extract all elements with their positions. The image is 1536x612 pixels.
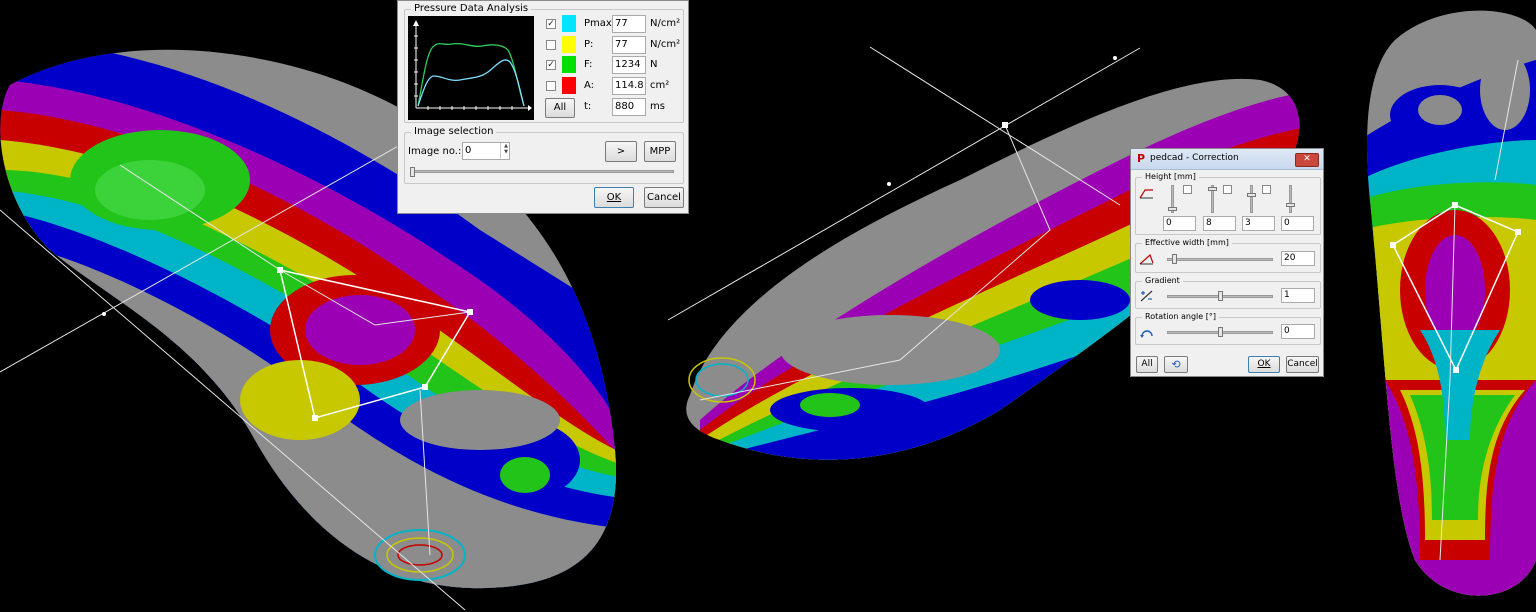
pressure-all-button[interactable]: All	[545, 98, 575, 118]
correction-titlebar[interactable]: P pedcad - Correction ✕	[1131, 149, 1323, 170]
height-input-2[interactable]: 8	[1203, 216, 1236, 231]
row-checkbox[interactable]	[546, 40, 556, 50]
row-checkbox[interactable]	[546, 81, 556, 91]
row-label: Pmax:	[584, 18, 616, 29]
row-color-swatch	[562, 77, 576, 94]
row-unit: N	[650, 59, 658, 70]
effective-width-title: Effective width [mm]	[1142, 237, 1232, 249]
correction-ok-button[interactable]: OK	[1248, 356, 1280, 373]
row-value-input[interactable]: 880	[612, 98, 646, 116]
rotation-angle-input[interactable]: 0	[1281, 324, 1315, 339]
row-value-input[interactable]: 77	[612, 36, 646, 54]
pedcad-app-icon: P	[1137, 152, 1146, 165]
row-value-input[interactable]: 77	[612, 15, 646, 33]
height-slider-thumb-2[interactable]	[1208, 187, 1217, 191]
height-slider-thumb-3[interactable]	[1247, 193, 1256, 197]
image-selection-group: Image selection	[404, 126, 684, 184]
correction-dialog-title: pedcad - Correction	[1150, 153, 1239, 163]
image-selection-title: Image selection	[411, 126, 497, 138]
rotation-angle-slider-thumb[interactable]	[1218, 327, 1223, 337]
image-no-label: Image no.:	[408, 146, 462, 157]
pressure-data-title: Pressure Data Analysis	[411, 3, 532, 15]
effective-width-input[interactable]: 20	[1281, 251, 1315, 266]
row-color-swatch	[562, 36, 576, 53]
gradient-input[interactable]: 1	[1281, 288, 1315, 303]
pressure-time-graph	[408, 16, 534, 120]
row-color-swatch	[562, 56, 576, 73]
correction-all-button[interactable]: All	[1136, 356, 1158, 373]
effective-width-slider[interactable]	[1167, 258, 1273, 261]
height-checkbox-3[interactable]	[1262, 185, 1271, 194]
height-input-3[interactable]: 3	[1242, 216, 1275, 231]
pressure-cancel-button[interactable]: Cancel	[644, 187, 684, 208]
effective-width-icon	[1139, 253, 1154, 265]
row-value-input[interactable]: 114.8	[612, 77, 646, 95]
row-unit: N/cm²	[650, 39, 681, 50]
rotation-angle-title: Rotation angle [°]	[1142, 311, 1219, 323]
height-checkbox-1[interactable]	[1183, 185, 1192, 194]
row-checkbox[interactable]: ✓	[546, 19, 556, 29]
row-checkbox[interactable]: ✓	[546, 60, 556, 70]
image-selection-slider-thumb[interactable]	[410, 167, 415, 177]
row-label: A:	[584, 80, 595, 91]
height-input-1[interactable]: 0	[1163, 216, 1196, 231]
rotation-icon	[1140, 330, 1153, 338]
row-value-input[interactable]: 1234	[612, 56, 646, 74]
row-label: t:	[584, 101, 592, 112]
gradient-title: Gradient	[1142, 275, 1183, 287]
right-insole-pressure-map	[1367, 10, 1536, 596]
reset-icon: ⟲	[1171, 358, 1181, 371]
mpp-button[interactable]: MPP	[644, 141, 676, 162]
gradient-slider-thumb[interactable]	[1218, 291, 1223, 301]
pressure-data-analysis-dialog: Pressure Data Analysis All Image selecti…	[397, 0, 689, 214]
height-input-4[interactable]: 0	[1281, 216, 1314, 231]
row-unit: ms	[650, 101, 665, 112]
row-unit: cm²	[650, 80, 670, 91]
correction-cancel-button[interactable]: Cancel	[1286, 356, 1319, 373]
next-image-button[interactable]: >	[605, 141, 637, 162]
image-no-spinner[interactable]: ▲ ▼	[500, 143, 511, 159]
height-checkbox-2[interactable]	[1223, 185, 1232, 194]
row-label: F:	[584, 59, 593, 70]
height-group-title: Height [mm]	[1142, 171, 1199, 183]
reset-button[interactable]: ⟲	[1164, 356, 1188, 373]
gradient-icon	[1140, 290, 1153, 302]
height-slider-thumb-4[interactable]	[1286, 203, 1295, 207]
pedcad-correction-dialog: P pedcad - Correction ✕ Height [mm] Effe…	[1130, 148, 1324, 377]
height-mode-icon	[1139, 189, 1153, 199]
row-label: P:	[584, 39, 594, 50]
row-unit: N/cm²	[650, 18, 681, 29]
pressure-ok-button[interactable]: OK	[594, 187, 634, 208]
height-slider-3[interactable]	[1250, 185, 1253, 213]
close-icon[interactable]: ✕	[1295, 153, 1319, 167]
height-slider-4[interactable]	[1289, 185, 1292, 213]
height-slider-thumb-1[interactable]	[1168, 207, 1177, 211]
effective-width-slider-thumb[interactable]	[1172, 254, 1177, 264]
image-selection-slider[interactable]	[410, 170, 674, 173]
row-color-swatch	[562, 15, 576, 32]
